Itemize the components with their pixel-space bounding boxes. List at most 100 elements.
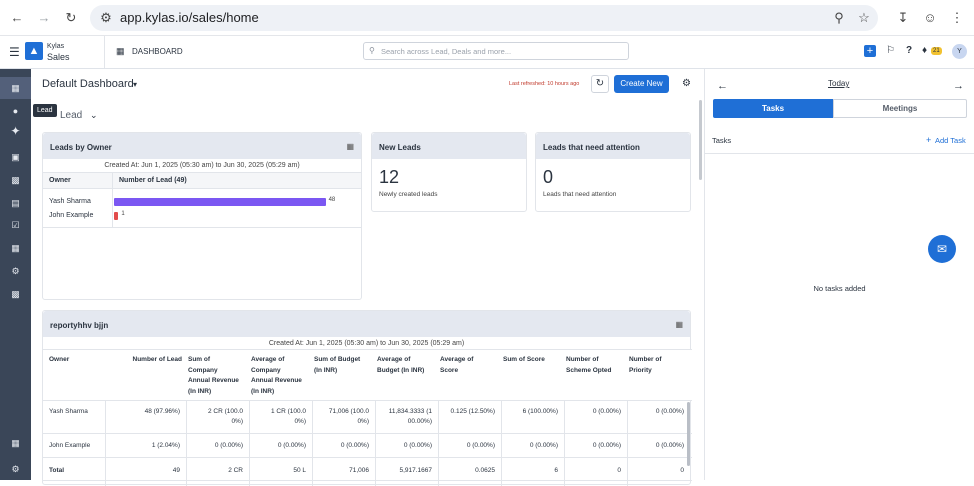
dashboard-title[interactable]: Default Dashboard: [42, 78, 134, 90]
profile-icon[interactable]: ☺: [921, 10, 939, 26]
calendar-icon[interactable]: ▦: [346, 142, 354, 151]
table-cell-line: 71,006 (100.0: [328, 408, 369, 415]
column-header-line: Company: [188, 366, 218, 374]
prev-day-arrow-icon[interactable]: ←: [717, 80, 728, 92]
document-icon[interactable]: ▤: [9, 197, 22, 210]
header-divider: [104, 36, 105, 68]
help-icon[interactable]: ?: [906, 45, 912, 56]
settings-gear-icon[interactable]: ⚙: [9, 265, 22, 278]
column-header: Owner: [49, 355, 103, 366]
table-cell: 6 (100.00%): [503, 407, 558, 417]
table-cell-line: 5,917.1667: [399, 467, 432, 474]
kylas-logo-icon[interactable]: ▲: [25, 42, 43, 60]
table-cell-line: 0 (0.00%): [655, 408, 684, 415]
company-icon[interactable]: ▩: [9, 174, 22, 187]
column-header-line: Sum of Budget: [314, 356, 361, 363]
table-cell: 49: [107, 466, 180, 476]
column-header-line: Annual Revenue: [188, 377, 239, 384]
attention-leads-caption: Leads that need attention: [543, 191, 617, 198]
dashboard-settings-icon[interactable]: ⚙: [682, 78, 691, 89]
column-header-line: (In INR): [314, 366, 338, 374]
table-scrollbar[interactable]: [687, 402, 690, 466]
entity-select[interactable]: Lead: [60, 110, 82, 121]
column-header-line: Company: [251, 366, 281, 374]
add-task-link[interactable]: Add Task: [935, 136, 966, 145]
date-label[interactable]: Today: [828, 79, 849, 88]
column-header-line: (In INR): [251, 387, 275, 395]
bar[interactable]: [114, 198, 326, 206]
column-header-line: Score: [440, 366, 459, 374]
add-icon[interactable]: +: [864, 45, 876, 57]
dashboard-icon[interactable]: ▦: [9, 82, 22, 95]
global-search-input[interactable]: ⚲ Search across Lead, Deals and more...: [363, 42, 629, 60]
chevron-down-icon[interactable]: ▾: [133, 80, 137, 89]
brand-bottom: Sales: [47, 52, 70, 62]
table-cell: John Example: [49, 441, 90, 451]
empty-tasks-text: No tasks added: [813, 284, 866, 293]
column-header-line: Average of: [377, 356, 411, 363]
bar[interactable]: [114, 212, 119, 220]
table-cell-line: 50 L: [293, 467, 306, 474]
lead-icon[interactable]: ●: [9, 105, 22, 118]
last-refreshed-text: Last refreshed: 10 hours ago: [509, 81, 580, 87]
bookmark-star-icon[interactable]: ☆: [855, 10, 873, 26]
table-cell-line: 0 (0.00%): [214, 442, 243, 449]
report-icon[interactable]: ▩: [9, 288, 22, 301]
table-cell-line: 0: [617, 467, 621, 474]
table-cell-line: 1 CR (100.0: [270, 408, 306, 415]
attention-leads-card[interactable]: Leads that need attention 0 Leads that n…: [535, 132, 691, 212]
search-icon: ⚲: [369, 46, 375, 55]
created-at-text: Created At: Jun 1, 2025 (05:30 am) to Ju…: [104, 162, 300, 169]
add-icon[interactable]: +: [926, 135, 931, 145]
column-header-line: Sum of: [188, 356, 211, 363]
calendar-icon[interactable]: ▦: [675, 320, 683, 329]
table-cell: 71,006: [314, 466, 369, 476]
menu-dots-icon[interactable]: ⋮: [948, 10, 966, 26]
column-divider: [312, 401, 313, 486]
back-arrow-icon[interactable]: ←: [8, 9, 26, 27]
table-cell-line: 0%): [231, 418, 243, 425]
column-header-line: Priority: [629, 366, 652, 374]
main-scrollbar[interactable]: [699, 100, 702, 180]
chevron-down-icon[interactable]: ⌄: [90, 110, 98, 121]
url-text[interactable]: app.kylas.io/sales/home: [120, 10, 259, 25]
new-leads-card[interactable]: New Leads 12 Newly created leads: [371, 132, 527, 212]
calendar-icon[interactable]: ▦: [9, 242, 22, 255]
table-cell-line: 0%): [357, 418, 369, 425]
avatar[interactable]: Y: [952, 44, 967, 59]
table-cell-line: 0.0625: [475, 467, 495, 474]
table-cell: 71,006 (100.0 0%): [314, 407, 369, 427]
zoom-icon[interactable]: ⚲: [830, 10, 848, 26]
table-cell: 0 (0.00%): [629, 441, 684, 451]
chat-support-icon[interactable]: ✉: [928, 235, 956, 263]
task-icon[interactable]: ☑: [9, 219, 22, 232]
bell-icon[interactable]: ♦: [922, 45, 927, 56]
tab-meetings[interactable]: Meetings: [833, 99, 967, 118]
column-header-line: Scheme Opted: [566, 366, 612, 374]
sidebar-tooltip: Lead: [33, 104, 57, 117]
section-title: DASHBOARD: [132, 47, 183, 56]
site-settings-icon[interactable]: ⚙: [97, 10, 115, 26]
column-header: Number of Scheme Opted: [566, 355, 623, 376]
megaphone-icon[interactable]: ⚐: [886, 45, 895, 56]
forward-arrow-icon[interactable]: →: [35, 9, 53, 27]
reload-icon[interactable]: ↻: [62, 9, 80, 27]
create-new-button[interactable]: Create New: [614, 75, 669, 93]
card-title: Leads by Owner: [43, 133, 361, 159]
download-icon[interactable]: ↧: [894, 10, 912, 26]
column-header: Number of Priority: [629, 355, 686, 376]
next-day-arrow-icon[interactable]: →: [953, 80, 964, 92]
col-owner: Owner: [49, 177, 71, 184]
gear-icon[interactable]: ⚙: [9, 463, 22, 476]
hamburger-menu-icon[interactable]: ☰: [9, 45, 20, 59]
table-cell-line: 0 (0.00%): [655, 442, 684, 449]
contact-icon[interactable]: ▣: [9, 151, 22, 164]
table-header: [43, 172, 361, 189]
apps-icon[interactable]: ▦: [9, 437, 22, 450]
col-count: Number of Lead (49): [119, 177, 187, 184]
refresh-button[interactable]: ↻: [591, 75, 609, 93]
tab-tasks[interactable]: Tasks: [713, 99, 833, 118]
table-cell: 0 (0.00%): [377, 441, 432, 451]
new-leads-value: 12: [379, 167, 400, 187]
table-cell: Total: [49, 466, 64, 476]
